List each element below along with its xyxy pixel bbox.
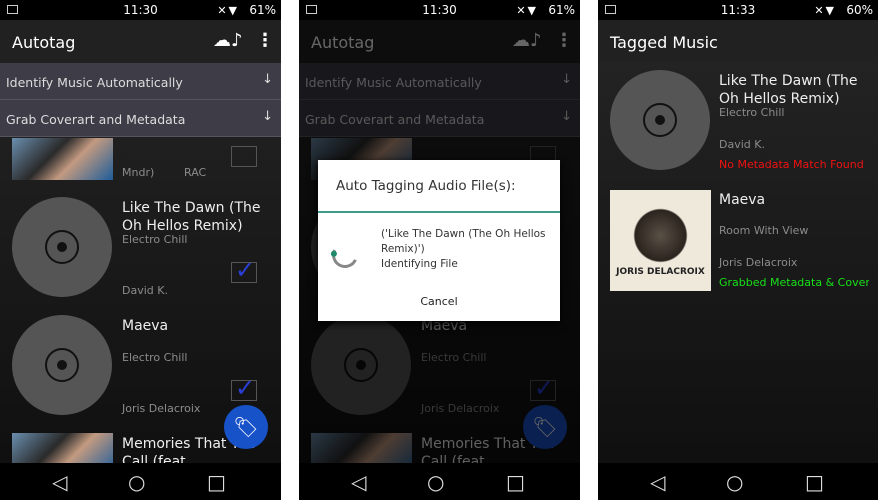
song-album: Electro Chill [122, 233, 188, 246]
back-icon[interactable]: ◁ [650, 470, 665, 494]
check-icon: ✓ [235, 374, 256, 402]
status-bar: 11:30 ✕▼ 61% [299, 0, 580, 20]
progress-spinner [328, 238, 362, 272]
album-art [12, 433, 113, 463]
album-art [12, 138, 113, 180]
toolbar: Tagged Music [598, 20, 878, 63]
cancel-button[interactable]: Cancel [318, 295, 560, 308]
cloud-music-icon[interactable]: ☁♪ [213, 30, 243, 51]
tag-result-status: No Metadata Match Found [719, 158, 864, 171]
disc-icon [12, 197, 112, 297]
song-artist: Joris Delacroix [719, 256, 798, 269]
screen-tagged-music: 11:33 ✕▼ 60% Tagged Music Like The Dawn … [598, 0, 878, 500]
nav-bar: ◁ ○ □ [0, 463, 281, 500]
recents-icon[interactable]: □ [506, 470, 525, 494]
song-artist: David K. [122, 284, 168, 297]
signal-icons: ✕▼ [516, 4, 538, 17]
autotag-fab[interactable]: 🏷 [224, 405, 268, 449]
check-icon: ✓ [235, 256, 256, 284]
battery-level: 61% [548, 3, 575, 17]
disc-icon [12, 315, 112, 415]
arrow-down-icon: ↓ [262, 109, 273, 124]
screen-autotag-dialog: 11:30 ✕▼ 61% Autotag ☁♪ ⋮ Identify Music… [299, 0, 580, 500]
signal-icons: ✕▼ [814, 4, 836, 17]
recents-icon[interactable]: □ [805, 470, 824, 494]
nav-bar: ◁ ○ □ [598, 463, 878, 500]
home-icon[interactable]: ○ [427, 470, 444, 494]
dialog-divider [318, 211, 560, 213]
tag-result-status: Grabbed Metadata & Cover Art [719, 276, 869, 289]
dialog-message: ('Like The Dawn (The Oh Hellos Remix)') … [381, 227, 551, 272]
song-title: Like The Dawn (The Oh Hellos Remix) [122, 200, 261, 234]
section-label: Identify Music Automatically [6, 75, 183, 90]
more-vert-icon[interactable]: ⋮ [256, 30, 274, 51]
progress-status: Identifying File [381, 258, 458, 270]
status-bar: 11:30 ✕▼ 61% [0, 0, 281, 20]
dialog-title: Auto Tagging Audio File(s): [336, 178, 516, 194]
song-title: Maeva [719, 192, 766, 208]
status-bar: 11:33 ✕▼ 60% [598, 0, 878, 20]
toolbar: Autotag ☁♪ ⋮ [0, 20, 281, 63]
autotag-dialog: Auto Tagging Audio File(s): ('Like The D… [318, 160, 560, 321]
section-identify-music[interactable]: Identify Music Automatically ↓ [0, 63, 281, 100]
song-title: Maeva [122, 318, 169, 334]
song-album: Electro Chill [719, 106, 785, 119]
back-icon[interactable]: ◁ [351, 470, 366, 494]
song-artist: David K. [719, 138, 765, 151]
home-icon[interactable]: ○ [726, 470, 743, 494]
screen-autotag: 11:30 ✕▼ 61% Autotag ☁♪ ⋮ Identify Music… [0, 0, 281, 500]
file-name: ('Like The Dawn (The Oh Hellos Remix)') [381, 228, 546, 255]
page-title: Tagged Music [610, 33, 718, 52]
song-album: Room With View [719, 224, 809, 237]
battery-level: 60% [846, 3, 873, 17]
cover-text: JORIS DELACROIX [616, 267, 705, 277]
status-time: 11:33 [720, 3, 756, 17]
back-icon[interactable]: ◁ [52, 470, 67, 494]
song-checkbox[interactable]: ✓ [231, 374, 257, 402]
nav-bar: ◁ ○ □ [299, 463, 580, 500]
tag-icon: 🏷 [233, 415, 259, 439]
battery-level: 61% [249, 3, 276, 17]
recents-icon[interactable]: □ [207, 470, 226, 494]
song-artist: Joris Delacroix [122, 402, 201, 415]
section-label: Grab Coverart and Metadata [6, 112, 186, 127]
page-title: Autotag [12, 33, 76, 52]
section-grab-coverart[interactable]: Grab Coverart and Metadata ↓ [0, 100, 281, 137]
song-title: Like The Dawn (The Oh Hellos Remix) [719, 73, 858, 106]
song-album: Electro Chill [122, 351, 188, 364]
song-text: Mndr) [122, 166, 155, 179]
disc-icon [610, 70, 710, 170]
song-checkbox[interactable] [231, 146, 257, 167]
song-checkbox[interactable]: ✓ [231, 256, 257, 284]
home-icon[interactable]: ○ [128, 470, 145, 494]
song-text: RAC (F [184, 166, 208, 179]
album-cover: JORIS DELACROIX [610, 190, 711, 291]
signal-icons: ✕▼ [217, 4, 239, 17]
arrow-down-icon: ↓ [262, 72, 273, 87]
